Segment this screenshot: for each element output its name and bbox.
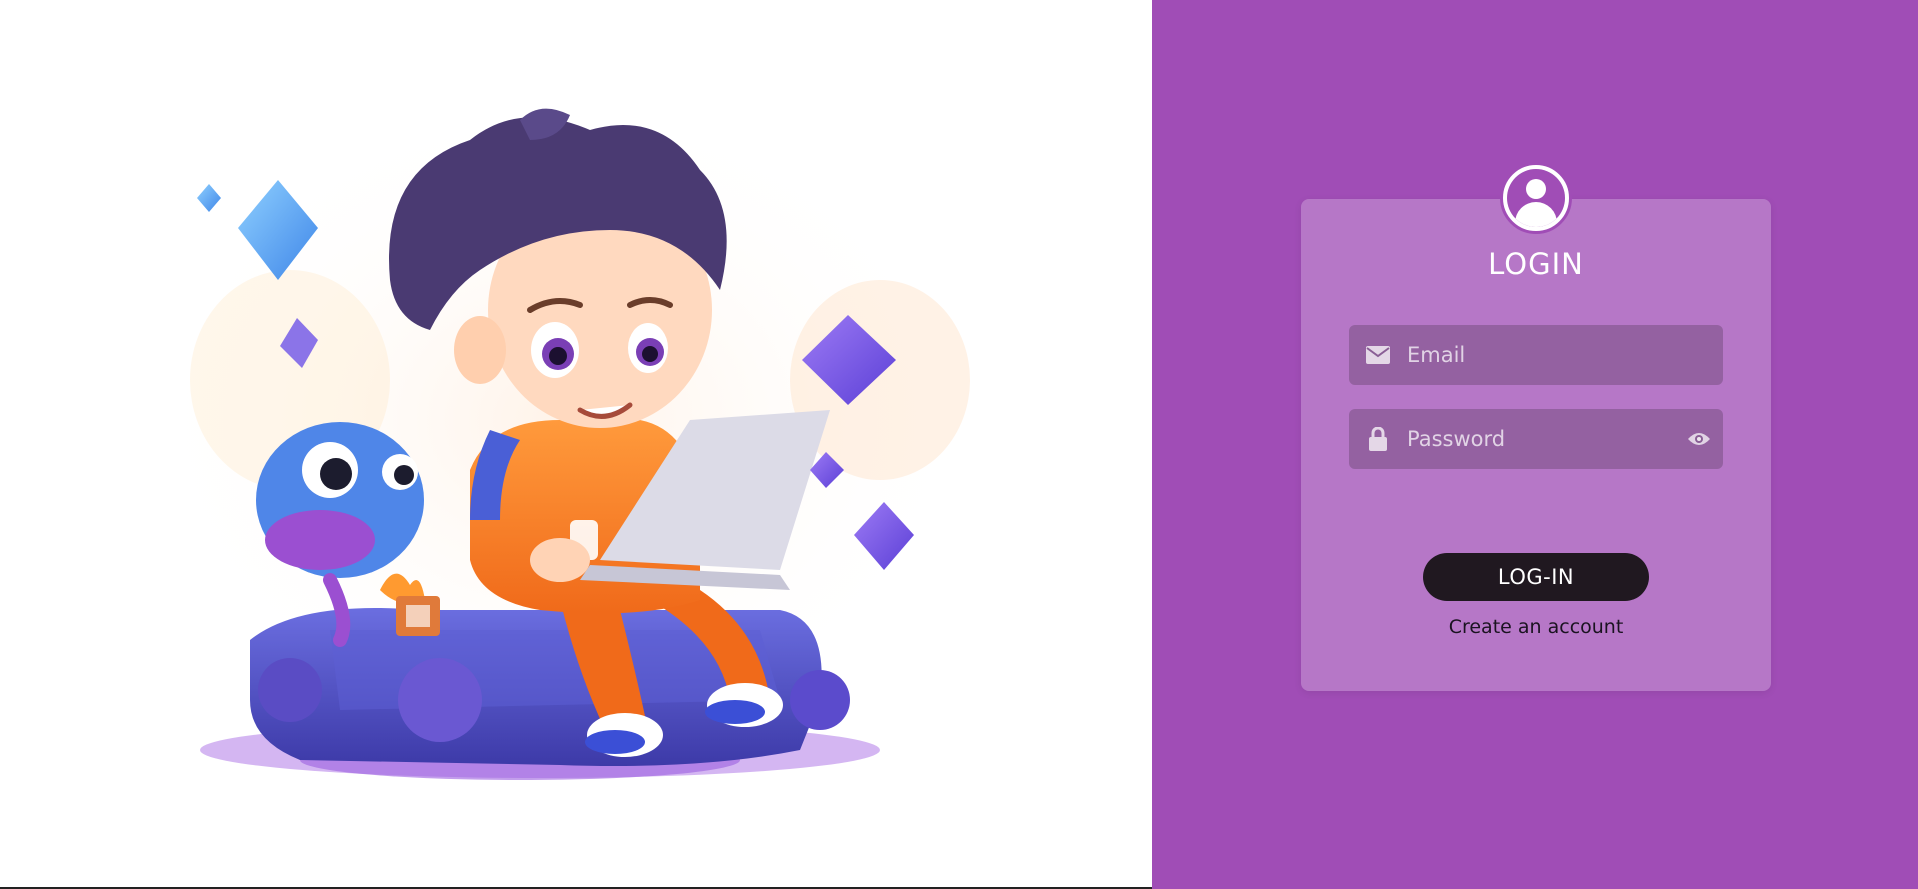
- email-field: [1349, 325, 1723, 385]
- eye-icon[interactable]: [1675, 409, 1723, 469]
- user-avatar-icon: [1500, 162, 1572, 234]
- password-field: [1349, 409, 1723, 469]
- lock-icon: [1349, 409, 1407, 469]
- login-button[interactable]: LOG-IN: [1423, 553, 1649, 601]
- illustration-panel: [0, 0, 1152, 889]
- envelope-icon: [1349, 325, 1407, 385]
- create-account-link[interactable]: Create an account: [1301, 616, 1771, 638]
- password-input[interactable]: [1407, 409, 1675, 469]
- login-title: LOGIN: [1488, 247, 1584, 281]
- login-panel: LOGIN Email LOG-IN Create an account: [1152, 0, 1918, 889]
- email-input[interactable]: [1407, 325, 1723, 385]
- hero-illustration: [140, 90, 980, 780]
- login-card: LOGIN Email LOG-IN Create an account: [1301, 162, 1771, 691]
